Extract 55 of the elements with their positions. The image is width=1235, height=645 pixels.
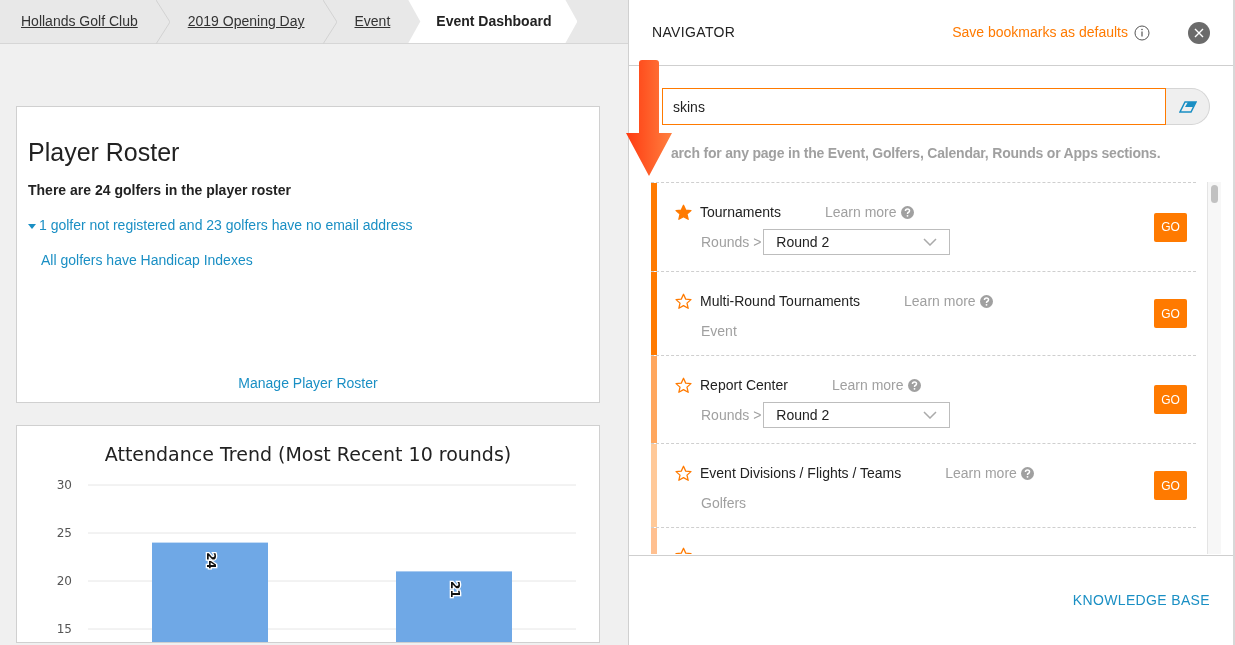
scrollbar-thumb[interactable] [1211,185,1218,203]
manage-roster-link[interactable]: Manage Player Roster [238,373,378,394]
breadcrumb-tab[interactable]: Event Dashboard [408,0,578,43]
go-button[interactable]: GO [1154,471,1187,500]
caret-icon [28,221,36,230]
save-bookmarks-link[interactable]: Save bookmarks as defaults [952,22,1128,43]
star-icon[interactable] [675,377,692,394]
star-icon[interactable] [675,293,692,310]
page-title: Report Center [700,376,788,395]
help-icon [907,379,921,392]
chevron-icon [923,238,938,246]
eraser-icon [1178,100,1197,113]
learn-more-link[interactable]: Learn more [904,291,993,312]
bar-value: 21 [447,580,462,598]
handicap-note: All golfers have Handicap Indexes [41,251,253,271]
round-dropdown[interactable]: Round 2 [763,402,951,428]
learn-more-link[interactable]: Learn more [945,463,1034,484]
section-label: Event [701,322,737,341]
page-title: Multi-Round Tournaments [700,292,861,311]
breadcrumb-link[interactable]: Event [336,0,409,43]
go-button[interactable]: GO [1154,385,1187,414]
star-icon[interactable] [675,465,692,482]
bar-value: 24 [203,551,218,569]
go-button[interactable]: GO [1154,212,1187,242]
chevron-icon [923,411,938,419]
axis-label: 30 [56,477,72,492]
page-title: Tournaments [700,203,781,222]
help-icon [979,295,993,308]
panel-title: NAVIGATOR [652,23,736,42]
axis-label: 20 [56,573,72,588]
go-button[interactable]: GO [1154,299,1187,328]
breadcrumb-link[interactable]: 2019 Opening Day [169,0,323,43]
learn-more-link[interactable]: Learn more [831,375,921,396]
breadcrumb-link[interactable]: Hollands Golf Club [0,0,156,43]
warning-link[interactable]: 1 golfer not registered and 23 golfers have no email address [28,215,413,237]
search-hint: arch for any page in the Event, Golfers, Calendar, Rounds or Apps sections. [671,144,1162,163]
path-label: Rounds > [701,405,762,425]
card-title: Player Roster [28,137,181,168]
help-icon [1020,467,1034,480]
help-icon [900,206,914,219]
clear-button[interactable] [1166,88,1210,125]
knowledge-base-link[interactable]: KNOWLEDGE BASE [1072,590,1210,611]
star-icon[interactable] [675,204,692,221]
info-icon[interactable] [1134,24,1150,41]
learn-more-link[interactable]: Learn more [824,202,914,223]
roster-summary: There are 24 golfers in the player roster [28,181,292,201]
chart-title: Attendance Trend (Most Recent 10 rounds) [104,442,512,467]
round-dropdown[interactable]: Round 2 [763,229,951,255]
axis-label: 25 [56,525,72,540]
axis-label: 15 [56,621,72,636]
path-label: Rounds > [701,232,762,252]
search-field[interactable]: skins [662,88,1166,125]
close-icon[interactable] [1188,21,1210,44]
section-label: Golfers [701,494,747,513]
page-title: Event Divisions / Flights / Teams [700,464,902,483]
